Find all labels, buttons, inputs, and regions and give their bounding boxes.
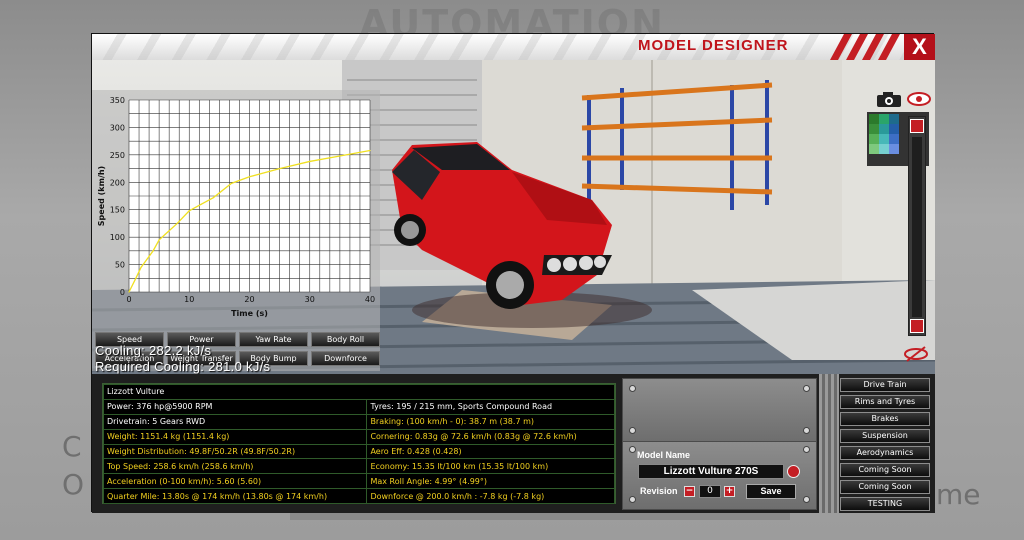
speed-chart: 0 50 100 150 200 250 300 350 0 10 20 30 40 Time (s) Sp… (97, 96, 375, 318)
chart-y-tick-label: 150 (110, 206, 125, 215)
model-name-reset-button[interactable] (787, 465, 800, 478)
chart-y-tick-label: 200 (110, 178, 125, 187)
stat-drivetrain: Drivetrain: 5 Gears RWD (102, 413, 368, 430)
stat-max-roll-angle: Max Roll Angle: 4.99° (4.99°) (366, 473, 615, 490)
chart-y-tick-label: 100 (110, 233, 125, 242)
table-row: Power: 376 hp@5900 RPM Tyres: 195 / 215 m… (102, 398, 615, 415)
car-stats-table: Lizzott Vulture Power: 376 hp@5900 RPM Ty… (102, 383, 616, 505)
chart-data-point (128, 291, 130, 293)
window-title: MODEL DESIGNER (638, 37, 789, 54)
save-button[interactable]: Save (746, 484, 796, 499)
chart-data-point (152, 250, 154, 252)
menu-brakes[interactable]: Brakes (840, 412, 930, 426)
table-row: Drivetrain: 5 Gears RWD Braking: (100 km/… (102, 413, 615, 430)
menu-coming-soon-2[interactable]: Coming Soon (840, 480, 930, 494)
stat-weight: Weight: 1151.4 kg (1151.4 kg) (102, 428, 368, 445)
background-menu-right: me (936, 478, 981, 511)
required-cooling-value: Required Cooling: 281.0 kJ/s (95, 359, 271, 374)
revision-value: 0 (699, 485, 721, 498)
table-row: Weight Distribution: 49.8F/50.2R (49.8F/… (102, 443, 615, 460)
background-menu-item: O (62, 468, 85, 501)
red-stripes-decoration (830, 34, 900, 60)
table-row: Weight: 1151.4 kg (1151.4 kg) Cornering: … (102, 428, 615, 445)
eye-icon[interactable] (907, 90, 931, 108)
revision-label: Revision (640, 486, 678, 496)
chart-y-tick-label: 0 (120, 288, 125, 297)
chart-data-point (176, 222, 178, 225)
stat-power: Power: 376 hp@5900 RPM (102, 398, 368, 415)
chart-data-point (339, 155, 341, 157)
car-name: Lizzott Vulture (103, 384, 615, 400)
chart-data-point (146, 258, 148, 260)
chart-y-tick-label: 300 (110, 123, 125, 132)
cooling-value: Cooling: 282.2 kJ/s (95, 343, 212, 358)
chart-x-tick-label: 0 (126, 295, 131, 304)
menu-drive-train[interactable]: Drive Train (840, 378, 930, 392)
title-stripes (92, 34, 935, 60)
stat-weight-distribution: Weight Distribution: 49.8F/50.2R (49.8F/… (102, 443, 368, 460)
hide-view-icon[interactable] (903, 346, 929, 362)
menu-coming-soon-1[interactable]: Coming Soon (840, 463, 930, 477)
chart-data-point (279, 167, 281, 170)
stat-economy: Economy: 15.35 lt/100 km (15.35 lt/100 k… (366, 458, 615, 475)
model-name-label: Model Name (637, 450, 691, 460)
zoom-scrollbar[interactable] (908, 116, 926, 336)
chart-data-point (158, 239, 160, 241)
chart-data-point (212, 197, 214, 199)
camera-icon[interactable] (876, 90, 902, 108)
menu-suspension[interactable]: Suspension (840, 429, 930, 443)
model-name-input[interactable]: Lizzott Vulture 270S (638, 464, 784, 479)
stat-aero-eff: Aero Eff: 0.428 (0.428) (366, 443, 615, 460)
stat-downforce: Downforce @ 200.0 km/h : -7.8 kg (-7.8 k… (366, 488, 615, 505)
chart-x-tick-label: 40 (365, 295, 375, 304)
chart-data-point (200, 203, 202, 205)
menu-testing[interactable]: TESTING (840, 497, 930, 511)
chart-data-point (369, 149, 371, 152)
stats-panel: Lizzott Vulture Power: 376 hp@5900 RPM Ty… (92, 374, 935, 513)
stat-tyres: Tyres: 195 / 215 mm, Sports Compound Roa… (366, 398, 615, 415)
chart-data-point (188, 210, 190, 212)
chart-y-tick-label: 50 (115, 261, 125, 270)
performance-chart-panel: 0 50 100 150 200 250 300 350 0 10 20 30 40 Time (s) Sp… (92, 90, 380, 371)
chart-data-point (230, 182, 233, 184)
model-designer-window: MODEL DESIGNER X 0 50 100 150 200 250 30… (91, 33, 935, 513)
chart-data-point (134, 279, 136, 281)
close-button[interactable]: X (904, 34, 935, 60)
menu-rims-and-tyres[interactable]: Rims and Tyres (840, 395, 930, 409)
chart-data-point (140, 266, 142, 268)
stat-quarter-mile: Quarter Mile: 13.80s @ 174 km/h (13.80s … (102, 488, 368, 505)
chart-data-point (248, 176, 251, 178)
scroll-thumb[interactable] (912, 137, 922, 317)
menu-aerodynamics[interactable]: Aerodynamics (840, 446, 930, 460)
chart-y-tick-label: 250 (110, 151, 125, 160)
chart-y-axis-label: Speed (km/h) (97, 166, 106, 226)
chart-y-tick-label: 350 (110, 96, 125, 105)
revision-decrement-button[interactable]: − (684, 486, 695, 497)
scroll-down-button[interactable] (910, 319, 924, 333)
background-menu-left: C O (62, 428, 84, 504)
stat-acceleration: Acceleration (0-100 km/h): 5.60 (5.60) (102, 473, 368, 490)
stat-top-speed: Top Speed: 258.6 km/h (258.6 km/h) (102, 458, 368, 475)
car-viewport[interactable]: 0 50 100 150 200 250 300 350 0 10 20 30 40 Time (s) Sp… (92, 60, 935, 374)
scroll-up-button[interactable] (910, 119, 924, 133)
table-row: Top Speed: 258.6 km/h (258.6 km/h) Econom… (102, 458, 615, 475)
stat-braking: Braking: (100 km/h - 0): 38.7 m (38.7 m) (366, 413, 615, 430)
chart-data-point (164, 233, 166, 235)
chart-data-point (309, 160, 311, 163)
stat-cornering: Cornering: 0.83g @ 72.6 km/h (0.83g @ 72… (366, 428, 615, 445)
chart-x-tick-label: 10 (184, 295, 194, 304)
title-bar: MODEL DESIGNER X (92, 34, 935, 60)
revision-increment-button[interactable]: + (724, 486, 735, 497)
background-menu-item: C (62, 430, 82, 463)
table-row: Quarter Mile: 13.80s @ 174 km/h (13.80s … (102, 488, 615, 505)
table-row: Acceleration (0-100 km/h): 5.60 (5.60) Ma… (102, 473, 615, 490)
model-controls: Model Name Lizzott Vulture 270S Revision… (622, 374, 817, 513)
chart-x-tick-label: 20 (244, 295, 254, 304)
side-column-decoration (819, 374, 839, 513)
chart-x-tick-label: 30 (305, 295, 315, 304)
chart-x-axis-label: Time (s) (231, 309, 268, 318)
